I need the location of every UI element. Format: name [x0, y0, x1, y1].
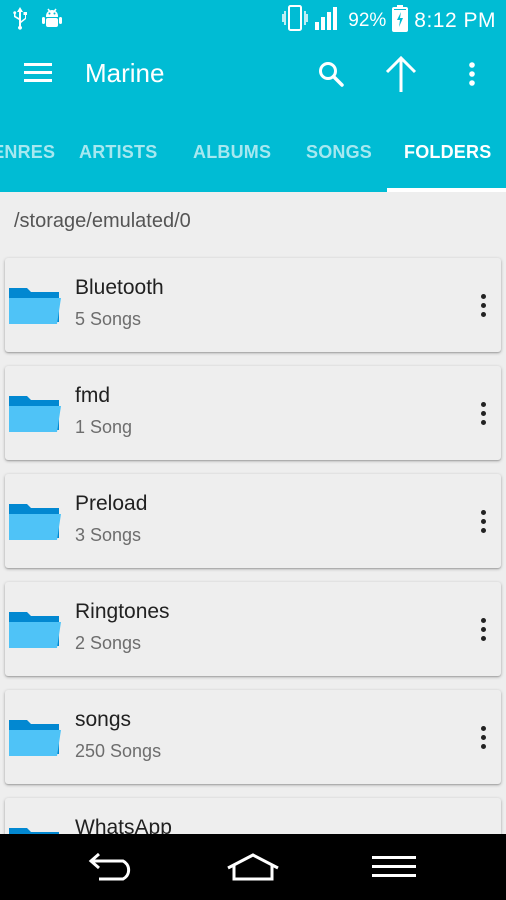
- arrow-up-icon[interactable]: [381, 54, 421, 94]
- android-debug-icon: [40, 6, 64, 35]
- more-vert-icon[interactable]: [471, 394, 495, 432]
- tab-bar: GENRES ARTISTS ALBUMS SONGS FOLDERS: [0, 112, 506, 192]
- app-bar: Marine: [0, 36, 506, 112]
- tab-folders[interactable]: FOLDERS: [404, 142, 491, 163]
- folder-icon: [9, 502, 61, 542]
- folder-song-count: 1 Song: [75, 417, 133, 437]
- search-icon[interactable]: [311, 54, 351, 94]
- signal-icon: [314, 5, 342, 37]
- app-title: Marine: [85, 58, 165, 88]
- folder-icon: [9, 610, 61, 650]
- vibrate-icon: [282, 4, 308, 38]
- folder-song-count: 3 Songs: [75, 525, 142, 545]
- current-path: /storage/emulated/0: [14, 210, 191, 232]
- folder-icon: [9, 394, 61, 434]
- folder-song-count: 5 Songs: [75, 309, 142, 329]
- back-icon[interactable]: [82, 850, 142, 884]
- status-bar: 92% 8:12 PM: [0, 0, 506, 36]
- battery-percent: 92%: [348, 10, 387, 31]
- folder-name: Ringtones: [75, 600, 170, 623]
- folder-item[interactable]: Ringtones 2 Songs: [5, 582, 501, 676]
- navigation-bar: [0, 834, 506, 900]
- more-vert-icon[interactable]: [471, 718, 495, 756]
- usb-icon: [10, 6, 30, 35]
- folder-icon: [9, 286, 61, 326]
- folder-name: songs: [75, 708, 132, 731]
- folder-icon: [9, 718, 61, 758]
- tab-indicator: [387, 188, 506, 192]
- more-vert-icon[interactable]: [452, 54, 492, 94]
- folder-name: Bluetooth: [75, 276, 164, 299]
- more-vert-icon[interactable]: [471, 502, 495, 540]
- clock: 8:12 PM: [414, 9, 496, 32]
- folder-song-count: 2 Songs: [75, 633, 142, 653]
- recents-menu-icon[interactable]: [364, 850, 424, 884]
- home-icon[interactable]: [223, 850, 283, 884]
- tab-genres[interactable]: GENRES: [0, 142, 55, 163]
- more-vert-icon[interactable]: [471, 286, 495, 324]
- folder-name: Preload: [75, 492, 148, 515]
- folder-item[interactable]: songs 250 Songs: [5, 690, 501, 784]
- tab-artists[interactable]: ARTISTS: [79, 142, 157, 163]
- tab-albums[interactable]: ALBUMS: [193, 142, 271, 163]
- menu-icon[interactable]: [22, 60, 56, 88]
- tab-songs[interactable]: SONGS: [306, 142, 372, 163]
- more-vert-icon[interactable]: [471, 610, 495, 648]
- folder-item[interactable]: Bluetooth 5 Songs: [5, 258, 501, 352]
- folder-song-count: 250 Songs: [75, 741, 162, 761]
- folder-name: fmd: [75, 384, 111, 407]
- folder-item[interactable]: Preload 3 Songs: [5, 474, 501, 568]
- battery-charging-icon: [392, 4, 409, 38]
- folder-item[interactable]: fmd 1 Song: [5, 366, 501, 460]
